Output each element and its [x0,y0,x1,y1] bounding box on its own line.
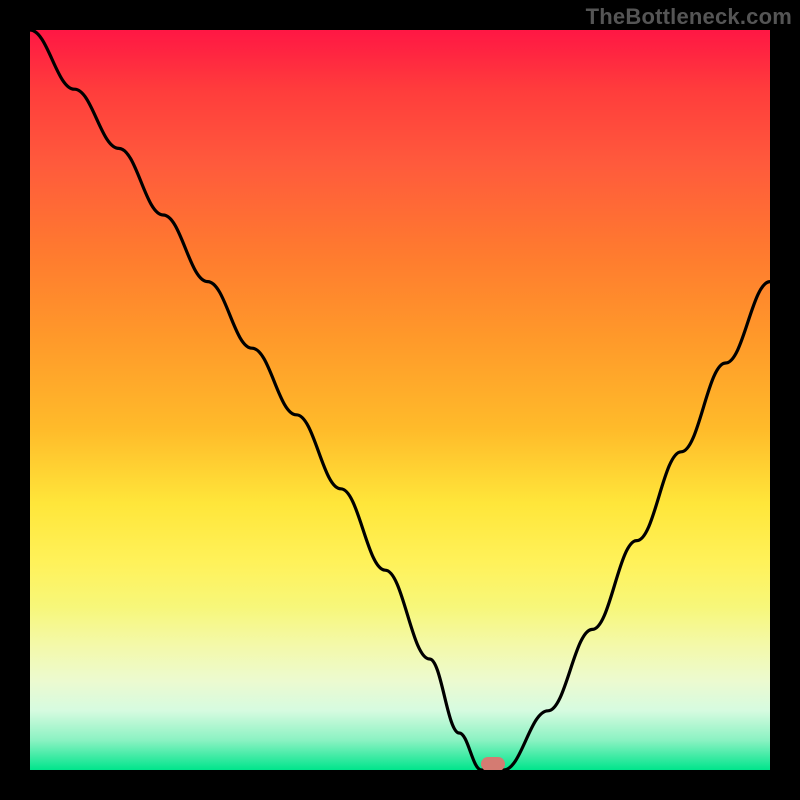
plot-area [30,30,770,770]
bottleneck-marker [481,757,505,770]
watermark-text: TheBottleneck.com [586,4,792,30]
bottleneck-curve [30,30,770,770]
chart-frame: TheBottleneck.com [0,0,800,800]
curve-svg [30,30,770,770]
